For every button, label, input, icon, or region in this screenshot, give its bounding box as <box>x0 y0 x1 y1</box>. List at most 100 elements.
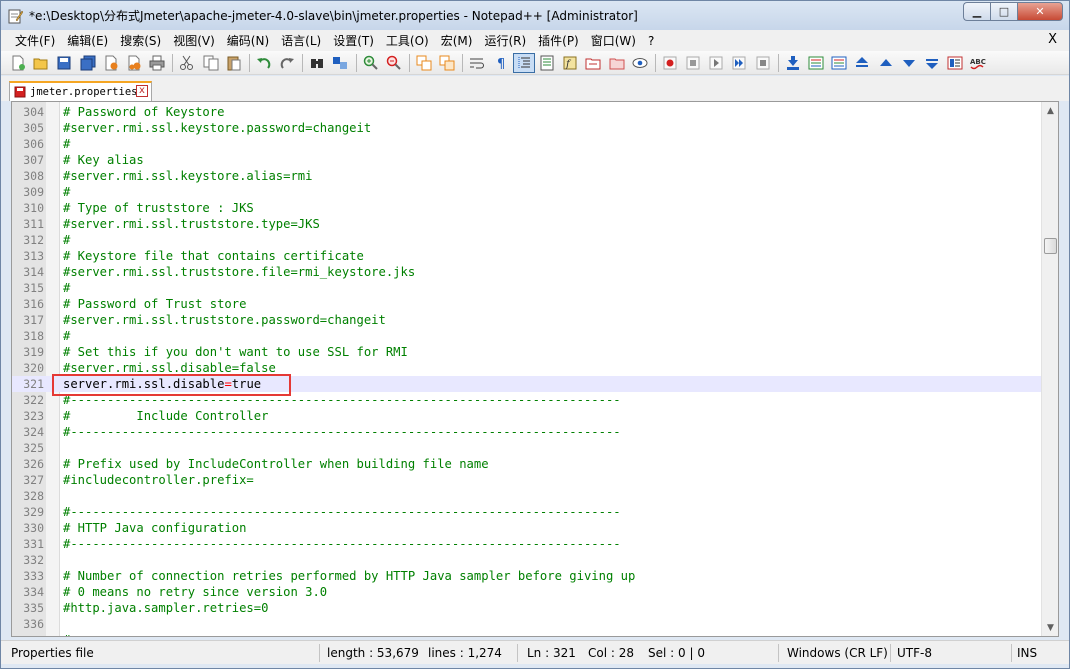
code-line[interactable]: 313 # Keystore file that contains certifi… <box>12 248 1042 264</box>
menu-edit[interactable]: 编辑(E) <box>61 32 114 49</box>
code-line[interactable]: 316 # Password of Trust store <box>12 296 1042 312</box>
last-diff-button[interactable] <box>921 53 943 73</box>
menu-settings[interactable]: 设置(T) <box>327 32 380 49</box>
code-line[interactable]: 336 <box>12 616 1042 632</box>
first-diff-button[interactable] <box>851 53 873 73</box>
code-line[interactable]: 335 #http.java.sampler.retries=0 <box>12 600 1042 616</box>
menu-tools[interactable]: 工具(O) <box>380 32 435 49</box>
menu-help[interactable]: ? <box>642 34 660 48</box>
close-button[interactable] <box>100 53 122 73</box>
compare-button[interactable] <box>805 53 827 73</box>
menu-macro[interactable]: 宏(M) <box>435 32 479 49</box>
cut-button[interactable] <box>176 53 198 73</box>
save-button[interactable] <box>53 53 75 73</box>
code-line[interactable]: 310 # Type of truststore : JKS <box>12 200 1042 216</box>
code-line[interactable]: 328 <box>12 488 1042 504</box>
tab-jmeter-properties[interactable]: jmeter.properties x <box>9 81 152 101</box>
menu-window[interactable]: 窗口(W) <box>585 32 642 49</box>
maximize-button[interactable]: □ <box>990 2 1017 21</box>
open-file-button[interactable] <box>30 53 52 73</box>
code-line[interactable]: # <box>12 632 1042 636</box>
code-line[interactable]: 324 #------------------------------------… <box>12 424 1042 440</box>
bookmark-button[interactable] <box>782 53 804 73</box>
redo-button[interactable] <box>276 53 298 73</box>
close-document-button[interactable]: X <box>1048 32 1057 47</box>
code-line[interactable]: 334 # 0 means no retry since version 3.0 <box>12 584 1042 600</box>
code-line[interactable]: 314 #server.rmi.ssl.truststore.file=rmi_k… <box>12 264 1042 280</box>
save-all-button[interactable] <box>77 53 99 73</box>
zoom-in-button[interactable] <box>360 53 382 73</box>
new-file-button[interactable] <box>7 53 29 73</box>
code-line[interactable]: 306 # <box>12 136 1042 152</box>
document-map-button[interactable] <box>536 53 558 73</box>
code-line[interactable]: 332 <box>12 552 1042 568</box>
code-line[interactable]: 309 # <box>12 184 1042 200</box>
compare-clear-button[interactable] <box>828 53 850 73</box>
menu-file[interactable]: 文件(F) <box>9 32 61 49</box>
code-line[interactable]: 323 # Include Controller <box>12 408 1042 424</box>
stop-macro-button[interactable] <box>682 53 704 73</box>
code-line[interactable]: 330 # HTTP Java configuration <box>12 520 1042 536</box>
run-macro-multiple-button[interactable] <box>728 53 750 73</box>
code-line[interactable]: 305 #server.rmi.ssl.keystore.password=cha… <box>12 120 1042 136</box>
code-line[interactable]: 326 # Prefix used by IncludeController wh… <box>12 456 1042 472</box>
close-all-button[interactable] <box>123 53 145 73</box>
monitoring-button[interactable] <box>606 53 628 73</box>
menu-language[interactable]: 语言(L) <box>275 32 327 49</box>
code-line[interactable]: 319 # Set this if you don't want to use S… <box>12 344 1042 360</box>
record-macro-button[interactable] <box>659 53 681 73</box>
word-wrap-button[interactable] <box>466 53 488 73</box>
code-line[interactable]: 329 #------------------------------------… <box>12 504 1042 520</box>
scroll-up-arrow-icon[interactable]: ▲ <box>1042 102 1058 119</box>
function-list-button[interactable]: f <box>559 53 581 73</box>
play-macro-button[interactable] <box>705 53 727 73</box>
menu-run[interactable]: 运行(R) <box>478 32 532 49</box>
menu-search[interactable]: 搜索(S) <box>114 32 167 49</box>
code-line[interactable]: 308 #server.rmi.ssl.keystore.alias=rmi <box>12 168 1042 184</box>
scroll-down-arrow-icon[interactable]: ▼ <box>1042 619 1058 636</box>
code-line[interactable]: 315 # <box>12 280 1042 296</box>
title-bar[interactable]: *e:\Desktop\分布式Jmeter\apache-jmeter-4.0-… <box>1 1 1069 30</box>
close-window-button[interactable]: ✕ <box>1017 2 1063 21</box>
zoom-out-button[interactable] <box>383 53 405 73</box>
tab-close-button[interactable]: x <box>136 85 148 97</box>
show-all-characters-button[interactable]: ¶ <box>490 53 512 73</box>
code-line[interactable]: 304 # Password of Keystore <box>12 104 1042 120</box>
save-macro-button[interactable] <box>752 53 774 73</box>
copy-button[interactable] <box>200 53 222 73</box>
minimize-button[interactable]: ▁ <box>963 2 990 21</box>
folder-as-workspace-button[interactable] <box>582 53 604 73</box>
code-line[interactable]: 325 <box>12 440 1042 456</box>
menu-plugins[interactable]: 插件(P) <box>532 32 585 49</box>
sync-horizontal-button[interactable] <box>436 53 458 73</box>
preview-button[interactable] <box>629 53 651 73</box>
code-line[interactable]: 307 # Key alias <box>12 152 1042 168</box>
next-diff-button[interactable] <box>898 53 920 73</box>
status-eol[interactable]: Windows (CR LF) <box>787 641 888 665</box>
previous-diff-button[interactable] <box>875 53 897 73</box>
navigation-bar-button[interactable] <box>944 53 966 73</box>
replace-button[interactable] <box>329 53 351 73</box>
find-button[interactable] <box>306 53 328 73</box>
code-line[interactable]: 331 #------------------------------------… <box>12 536 1042 552</box>
paste-button[interactable] <box>223 53 245 73</box>
menu-encoding[interactable]: 编码(N) <box>221 32 275 49</box>
code-line[interactable]: 333 # Number of connection retries perfor… <box>12 568 1042 584</box>
code-line[interactable]: 327 #includecontroller.prefix= <box>12 472 1042 488</box>
code-line[interactable]: 318 # <box>12 328 1042 344</box>
scrollbar-thumb[interactable] <box>1044 238 1057 254</box>
menu-view[interactable]: 视图(V) <box>167 32 221 49</box>
spell-check-button[interactable]: ABC <box>967 53 989 73</box>
vertical-scrollbar[interactable]: ▲ ▼ <box>1041 102 1058 636</box>
print-button[interactable] <box>146 53 168 73</box>
code-line[interactable]: 311 #server.rmi.ssl.truststore.type=JKS <box>12 216 1042 232</box>
code-line[interactable]: 317 #server.rmi.ssl.truststore.password=c… <box>12 312 1042 328</box>
indent-guide-button[interactable] <box>512 52 535 73</box>
status-encoding[interactable]: UTF-8 <box>897 641 932 665</box>
undo-button[interactable] <box>253 53 275 73</box>
code-line[interactable]: 312 # <box>12 232 1042 248</box>
status-insert-mode[interactable]: INS <box>1017 641 1037 665</box>
editor-pane[interactable]: 304 # Password of Keystore 305 #server.rmi.… <box>11 101 1059 637</box>
notepad-app-icon[interactable] <box>7 8 24 24</box>
sync-vertical-button[interactable] <box>413 53 435 73</box>
